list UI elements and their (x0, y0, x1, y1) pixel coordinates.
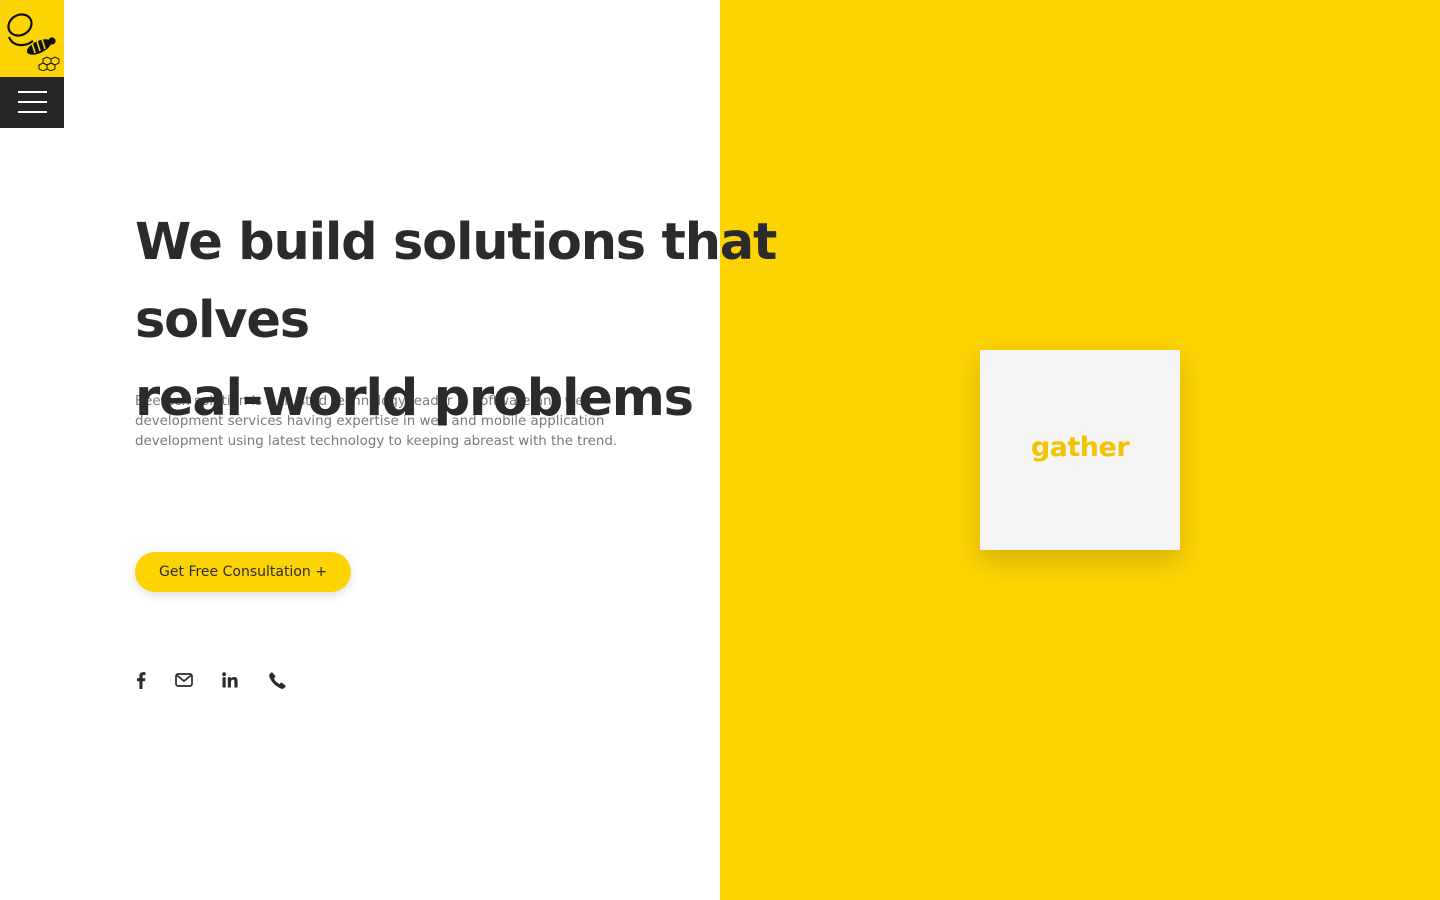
social-links (135, 669, 286, 691)
get-free-consultation-button[interactable]: Get Free Consultation + (135, 552, 351, 592)
logo-link[interactable] (0, 0, 64, 77)
hamburger-menu-icon (18, 91, 47, 93)
phone-link[interactable] (268, 669, 286, 691)
phone-icon (268, 671, 286, 689)
rotating-word: gather (1030, 431, 1130, 463)
hero-headline: We build solutions that solves real-worl… (135, 204, 955, 438)
linkedin-link[interactable] (221, 669, 239, 691)
email-icon (175, 673, 193, 687)
hamburger-menu-button[interactable] (0, 77, 64, 128)
headline-line-1: We build solutions that solves (135, 213, 777, 350)
linkedin-icon (222, 672, 238, 688)
headline-line-2: real-world problems (135, 369, 694, 428)
email-link[interactable] (175, 669, 193, 691)
bee-logo-icon (7, 12, 60, 71)
animated-word-card: gather (980, 350, 1180, 550)
facebook-link[interactable] (135, 669, 147, 691)
facebook-icon (137, 671, 146, 689)
